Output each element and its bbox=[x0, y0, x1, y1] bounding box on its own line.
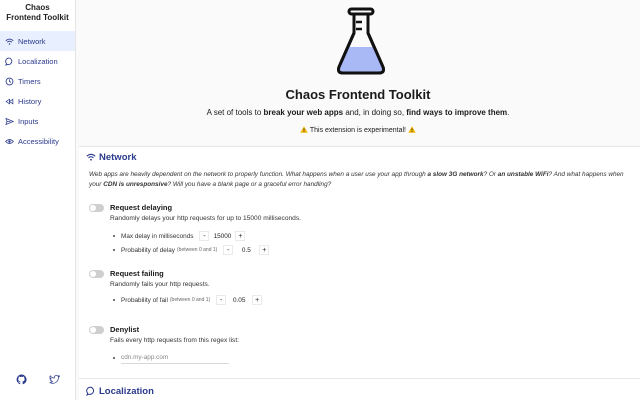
delay-probability-value[interactable]: 0.5 bbox=[233, 245, 259, 255]
sidebar-item-inputs[interactable]: Inputs bbox=[0, 111, 75, 131]
network-section-header: Network bbox=[79, 147, 640, 167]
feature-title: Denylist bbox=[110, 325, 140, 334]
decrement-button[interactable]: - bbox=[216, 295, 227, 305]
localization-section: Localization bbox=[79, 378, 640, 400]
desc-text: ? Or bbox=[483, 171, 498, 178]
decrement-button[interactable]: - bbox=[223, 245, 234, 255]
sidebar-footer bbox=[0, 372, 76, 390]
fail-probability-param: Probability of fail (between 0 and 1) - … bbox=[113, 294, 263, 306]
request-delaying-toggle[interactable] bbox=[89, 203, 104, 212]
hero-desc-text: A set of tools to bbox=[206, 108, 264, 117]
network-description: Web apps are heavily dependent on the ne… bbox=[79, 167, 640, 189]
sidebar-item-label: Network bbox=[18, 36, 46, 46]
param-label: Max delay in milliseconds bbox=[121, 232, 194, 240]
increment-button[interactable]: + bbox=[252, 295, 263, 305]
sidebar-item-label: Inputs bbox=[18, 116, 39, 126]
main-content: Chaos Frontend Toolkit A set of tools to… bbox=[76, 0, 640, 400]
send-icon bbox=[5, 117, 14, 126]
desc-bold: CDN is unresponsive bbox=[103, 180, 168, 188]
section-title: Localization bbox=[99, 385, 154, 397]
max-delay-param: Max delay in milliseconds - 15000 + bbox=[113, 230, 301, 242]
feature-description: Randomly fails your http requests. bbox=[110, 281, 210, 288]
desc-bold: a slow 3G network bbox=[427, 171, 484, 178]
eye-icon bbox=[5, 137, 14, 146]
sidebar: Chaos Frontend Toolkit Network Localizat… bbox=[0, 0, 76, 400]
hero-desc-bold: find ways to improve them bbox=[406, 108, 508, 117]
sidebar-item-timers[interactable]: Timers bbox=[0, 71, 75, 91]
app-brand: Chaos Frontend Toolkit bbox=[0, 0, 75, 30]
denylist-toggle[interactable] bbox=[89, 325, 104, 334]
denylist-regex-input[interactable] bbox=[121, 352, 229, 364]
sidebar-item-label: Localization bbox=[18, 56, 58, 66]
param-hint: (between 0 and 1) bbox=[169, 297, 211, 303]
feature-description: Randomly delays your http requests for u… bbox=[110, 215, 301, 222]
sidebar-item-label: Accessibility bbox=[18, 136, 59, 146]
fail-probability-stepper: - 0.05 + bbox=[216, 295, 263, 305]
brand-line-2: Frontend Toolkit bbox=[6, 13, 69, 22]
clock-icon bbox=[5, 77, 14, 86]
github-icon[interactable] bbox=[16, 372, 27, 390]
sidebar-item-network[interactable]: Network bbox=[0, 31, 75, 51]
warning-icon bbox=[408, 126, 416, 133]
desc-text: Web apps are heavily dependent on the ne… bbox=[89, 171, 428, 178]
feature-description: Fails every http requests from this rege… bbox=[110, 337, 239, 344]
wifi-icon bbox=[86, 152, 96, 162]
twitter-icon[interactable] bbox=[49, 372, 61, 390]
hero-desc-bold: break your web apps bbox=[263, 108, 344, 117]
delay-probability-stepper: - 0.5 + bbox=[223, 245, 270, 255]
request-failing-feature: Request failing Randomly fails your http… bbox=[89, 268, 263, 306]
desc-bold: an unstable WiFi bbox=[497, 171, 549, 178]
sidebar-item-history[interactable]: History bbox=[0, 91, 75, 111]
sidebar-item-label: History bbox=[18, 96, 42, 106]
request-delaying-feature: Request delaying Randomly delays your ht… bbox=[89, 202, 301, 256]
rewind-icon bbox=[5, 97, 14, 106]
sidebar-item-localization[interactable]: Localization bbox=[0, 51, 75, 71]
warning-text: This extension is experimental! bbox=[309, 127, 406, 134]
desc-text: ? Will you have a blank page or a gracef… bbox=[167, 180, 332, 188]
request-failing-toggle[interactable] bbox=[89, 269, 104, 278]
sidebar-nav: Network Localization Timers History Inpu… bbox=[0, 31, 75, 151]
bullet bbox=[113, 299, 115, 301]
param-label: Probability of fail bbox=[121, 296, 168, 304]
denylist-feature: Denylist Fails every http requests from … bbox=[89, 324, 239, 364]
fail-probability-value[interactable]: 0.05 bbox=[226, 295, 252, 305]
warning-icon bbox=[300, 126, 308, 133]
increment-button[interactable]: + bbox=[259, 245, 270, 255]
section-title: Network bbox=[99, 151, 137, 163]
page-title: Chaos Frontend Toolkit bbox=[285, 87, 431, 102]
max-delay-stepper: - 15000 + bbox=[199, 231, 246, 241]
bullet bbox=[113, 249, 115, 251]
bullet bbox=[113, 357, 115, 359]
network-section: Network Web apps are heavily dependent o… bbox=[79, 146, 640, 378]
hero-desc-text: . bbox=[507, 108, 510, 117]
param-hint: (between 0 and 1) bbox=[177, 247, 218, 253]
chat-bubble-icon bbox=[86, 386, 96, 396]
delay-probability-param: Probability of delay (between 0 and 1) -… bbox=[113, 244, 301, 256]
experimental-warning: This extension is experimental! bbox=[76, 126, 640, 134]
feature-title: Request delaying bbox=[110, 203, 173, 212]
param-label: Probability of delay bbox=[121, 246, 175, 254]
hero-desc-text: and, in doing so, bbox=[343, 108, 407, 117]
brand-line-1: Chaos bbox=[25, 3, 50, 12]
localization-section-header: Localization bbox=[79, 379, 640, 400]
chat-bubble-icon bbox=[5, 57, 14, 66]
denylist-entry bbox=[113, 352, 239, 364]
hero-description: A set of tools to break your web apps an… bbox=[76, 108, 640, 117]
bullet bbox=[113, 235, 115, 237]
sidebar-item-label: Timers bbox=[18, 76, 41, 86]
increment-button[interactable]: + bbox=[235, 231, 246, 241]
feature-title: Request failing bbox=[110, 269, 164, 278]
sidebar-item-accessibility[interactable]: Accessibility bbox=[0, 131, 75, 151]
wifi-icon bbox=[5, 37, 14, 46]
flask-logo-icon bbox=[337, 7, 385, 75]
decrement-button[interactable]: - bbox=[199, 231, 210, 241]
hero: Chaos Frontend Toolkit A set of tools to… bbox=[76, 0, 640, 146]
max-delay-value[interactable]: 15000 bbox=[209, 231, 235, 241]
